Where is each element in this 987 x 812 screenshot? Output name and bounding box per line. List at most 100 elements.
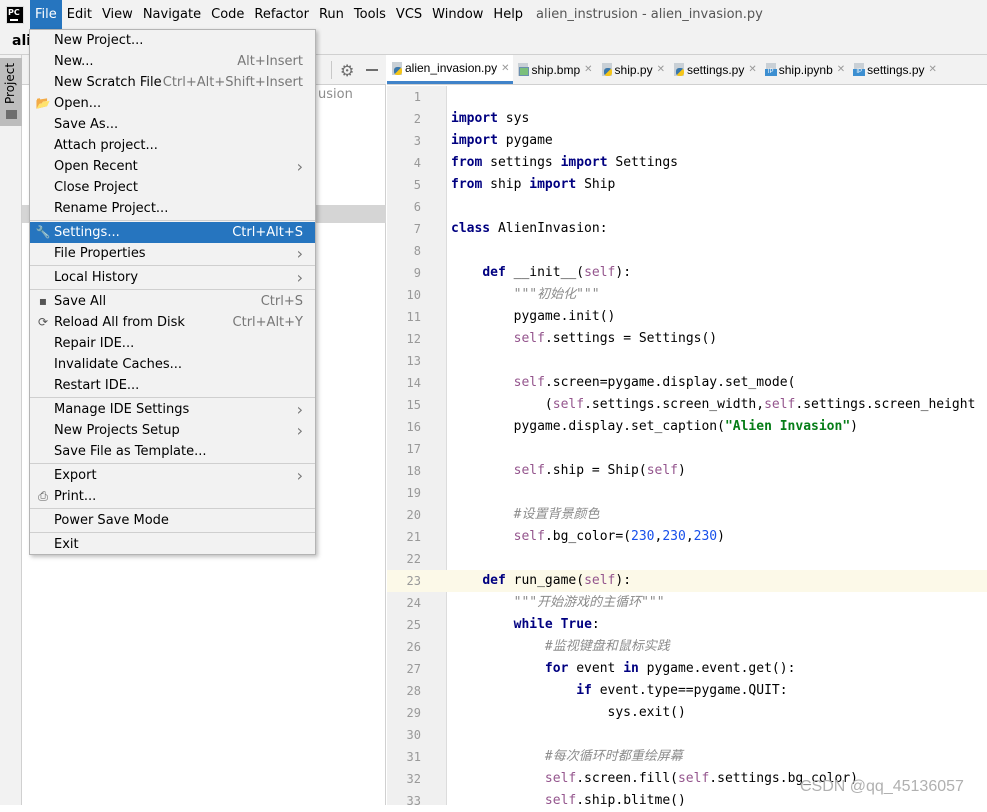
tab-ship-py[interactable]: ship.py ✕ [597, 55, 669, 84]
file-py-icon [392, 61, 402, 75]
line-number: 24 [406, 596, 421, 610]
close-icon[interactable]: ✕ [929, 64, 937, 75]
menu-separator [30, 289, 315, 290]
menu-item-label: Restart IDE... [54, 378, 140, 393]
menu-item-label: New Scratch File [54, 75, 162, 90]
gear-icon[interactable]: ⚙ [340, 61, 354, 80]
menu-vcs[interactable]: VCS [391, 0, 427, 29]
menu-item-new-project[interactable]: New Project... [30, 30, 315, 51]
code-line[interactable]: 28 if event.type==pygame.QUIT: [387, 680, 987, 702]
menu-item-open[interactable]: 📂 Open... [30, 93, 315, 114]
code-line[interactable]: 27 for event in pygame.event.get(): [387, 658, 987, 680]
code-token: "Alien Invasion" [724, 419, 851, 434]
menu-item-save-file-as-template[interactable]: Save File as Template... [30, 441, 315, 462]
close-icon[interactable]: ✕ [748, 64, 756, 75]
code-line[interactable]: 7 class AlienInvasion: [387, 218, 987, 240]
tab-ship-ipynb[interactable]: ship.ipynb ✕ [761, 55, 849, 84]
tab-settings-py[interactable]: settings.py✕ [849, 55, 941, 84]
menu-item-new-scratch-file[interactable]: New Scratch File Ctrl+Alt+Shift+Insert [30, 72, 315, 93]
project-tree-item[interactable]: usion [318, 87, 353, 102]
menu-item-attach-project[interactable]: Attach project... [30, 135, 315, 156]
code-line[interactable]: 11 pygame.init() [387, 306, 987, 328]
menu-edit[interactable]: Edit [62, 0, 97, 29]
code-line[interactable]: 4 from settings import Settings [387, 152, 987, 174]
tab-label: ship.py [614, 62, 653, 77]
code-line[interactable]: 16 pygame.display.set_caption("Alien Inv… [387, 416, 987, 438]
menu-item-print[interactable]: ⎙ Print... [30, 486, 315, 507]
code-line[interactable]: 31 #每次循环时都重绘屏幕 [387, 746, 987, 768]
menu-item-new[interactable]: New... Alt+Insert [30, 51, 315, 72]
close-icon[interactable]: ✕ [837, 64, 845, 75]
menu-file[interactable]: File [30, 0, 62, 29]
close-icon[interactable]: ✕ [657, 64, 665, 75]
menu-item-rename-project[interactable]: Rename Project... [30, 198, 315, 219]
close-icon[interactable]: ✕ [584, 64, 592, 75]
menu-item-reload-all-from-disk[interactable]: ⟳ Reload All from Disk Ctrl+Alt+Y [30, 312, 315, 333]
editor-tabs: alien_invasion.py ✕ ship.bmp ✕ ship.py ✕ setti… [387, 55, 987, 85]
tab-ship-bmp[interactable]: ship.bmp ✕ [513, 55, 596, 84]
code-line[interactable]: 20 #设置背景颜色 [387, 504, 987, 526]
code-line[interactable]: 19 [387, 482, 987, 504]
code-line[interactable]: 30 [387, 724, 987, 746]
folder-icon: 📂 [35, 96, 51, 110]
code-line[interactable]: 5 from ship import Ship [387, 174, 987, 196]
close-icon[interactable]: ✕ [501, 63, 509, 74]
menu-item-settings[interactable]: 🔧 Settings... Ctrl+Alt+S [30, 222, 315, 243]
code-line[interactable]: 14 self.screen=pygame.display.set_mode( [387, 372, 987, 394]
menu-item-save-as[interactable]: Save As... [30, 114, 315, 135]
menu-item-export[interactable]: Export › [30, 465, 315, 486]
code-text: self.screen=pygame.display.set_mode( [451, 372, 796, 394]
line-number: 16 [406, 420, 421, 434]
menu-item-repair-ide[interactable]: Repair IDE... [30, 333, 315, 354]
code-line[interactable]: 6 [387, 196, 987, 218]
menu-item-restart-ide[interactable]: Restart IDE... [30, 375, 315, 396]
line-number: 7 [413, 222, 421, 236]
code-line[interactable]: 13 [387, 350, 987, 372]
menu-item-manage-ide-settings[interactable]: Manage IDE Settings › [30, 399, 315, 420]
menu-item-new-projects-setup[interactable]: New Projects Setup › [30, 420, 315, 441]
code-line[interactable]: 23 def run_game(self): [387, 570, 987, 592]
code-line[interactable]: 2 import sys [387, 108, 987, 130]
menu-view[interactable]: View [97, 0, 138, 29]
menu-item-exit[interactable]: Exit [30, 534, 315, 555]
tab-settings-py[interactable]: settings.py✕ [669, 55, 761, 84]
menu-navigate[interactable]: Navigate [138, 0, 206, 29]
menu-item-file-properties[interactable]: File Properties › [30, 243, 315, 264]
code-line[interactable]: 1 [387, 86, 987, 108]
code-line[interactable]: 29 sys.exit() [387, 702, 987, 724]
code-text: (self.settings.screen_width,self.setting… [451, 394, 976, 416]
code-line[interactable]: 26 #监视键盘和鼠标实践 [387, 636, 987, 658]
menu-help[interactable]: Help [488, 0, 528, 29]
code-line[interactable]: 18 self.ship = Ship(self) [387, 460, 987, 482]
menu-item-power-save-mode[interactable]: Power Save Mode [30, 510, 315, 531]
code-editor[interactable]: 1 2 import sys 3 import pygame 4 from settings… [387, 86, 987, 808]
code-text: pygame.init() [451, 306, 616, 328]
menu-item-save-all[interactable]: ▪ Save All Ctrl+S [30, 291, 315, 312]
code-line[interactable]: 25 while True: [387, 614, 987, 636]
menu-code[interactable]: Code [206, 0, 249, 29]
menu-tools[interactable]: Tools [349, 0, 391, 29]
code-line[interactable]: 17 [387, 438, 987, 460]
code-line[interactable]: 21 self.bg_color=(230,230,230) [387, 526, 987, 548]
code-line[interactable]: 3 import pygame [387, 130, 987, 152]
minimize-icon[interactable] [366, 69, 378, 71]
menu-item-open-recent[interactable]: Open Recent › [30, 156, 315, 177]
code-line[interactable]: 8 [387, 240, 987, 262]
menu-item-local-history[interactable]: Local History › [30, 267, 315, 288]
code-line[interactable]: 12 self.settings = Settings() [387, 328, 987, 350]
menu-run[interactable]: Run [314, 0, 349, 29]
menu-refactor[interactable]: Refactor [249, 0, 314, 29]
code-line[interactable]: 15 (self.settings.screen_width,self.sett… [387, 394, 987, 416]
code-line[interactable]: 24 """开始游戏的主循环""" [387, 592, 987, 614]
line-number: 22 [406, 552, 421, 566]
menu-window[interactable]: Window [427, 0, 488, 29]
code-line[interactable]: 10 """初始化""" [387, 284, 987, 306]
menu-item-invalidate-caches[interactable]: Invalidate Caches... [30, 354, 315, 375]
code-line[interactable]: 9 def __init__(self): [387, 262, 987, 284]
line-number: 26 [406, 640, 421, 654]
watermark: CSDN @qq_45136057 [800, 778, 964, 795]
menu-item-close-project[interactable]: Close Project [30, 177, 315, 198]
code-line[interactable]: 22 [387, 548, 987, 570]
tab-alien_invasion-py[interactable]: alien_invasion.py ✕ [387, 55, 514, 84]
